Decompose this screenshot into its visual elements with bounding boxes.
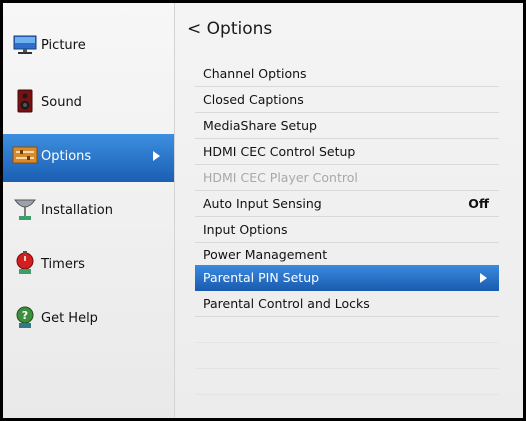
menu-item-label: Channel Options bbox=[203, 66, 307, 81]
sidebar-item-label: Timers bbox=[41, 257, 85, 272]
sliders-icon bbox=[12, 146, 38, 164]
menu-item-hdmi-cec-player-control: HDMI CEC Player Control bbox=[195, 165, 499, 191]
svg-text:?: ? bbox=[22, 309, 28, 322]
tv-menu-screen: Picture Sound Options Installation Timer… bbox=[3, 3, 523, 418]
sidebar-item-sound[interactable]: Sound bbox=[3, 80, 174, 128]
menu-item-label: MediaShare Setup bbox=[203, 118, 317, 133]
sidebar-item-label: Options bbox=[41, 149, 92, 164]
menu-item-auto-input-sensing[interactable]: Auto Input Sensing Off bbox=[195, 191, 499, 217]
menu-item-label: HDMI CEC Control Setup bbox=[203, 144, 356, 159]
menu-item-label: Input Options bbox=[203, 222, 288, 237]
menu-item-value: Off bbox=[468, 196, 489, 211]
empty-menu-row bbox=[195, 369, 499, 395]
menu-item-input-options[interactable]: Input Options bbox=[195, 217, 499, 243]
empty-menu-row bbox=[195, 317, 499, 343]
menu-item-label: Closed Captions bbox=[203, 92, 304, 107]
sidebar: Picture Sound Options Installation Timer… bbox=[3, 3, 175, 418]
sidebar-item-timers[interactable]: Timers bbox=[3, 242, 174, 290]
chevron-right-icon bbox=[480, 273, 487, 283]
options-panel: < Options Channel Options Closed Caption… bbox=[175, 3, 523, 418]
menu-item-mediashare-setup[interactable]: MediaShare Setup bbox=[195, 113, 499, 139]
menu-item-closed-captions[interactable]: Closed Captions bbox=[195, 87, 499, 113]
sidebar-item-get-help[interactable]: ? Get Help bbox=[3, 296, 174, 344]
chevron-right-icon bbox=[153, 151, 160, 161]
menu-item-parental-control-and-locks[interactable]: Parental Control and Locks bbox=[195, 291, 499, 317]
empty-menu-row bbox=[195, 343, 499, 369]
page-title[interactable]: < Options bbox=[187, 19, 272, 39]
menu-item-channel-options[interactable]: Channel Options bbox=[195, 61, 499, 87]
menu-item-label: Parental PIN Setup bbox=[203, 270, 320, 285]
menu-item-hdmi-cec-control-setup[interactable]: HDMI CEC Control Setup bbox=[195, 139, 499, 165]
sidebar-item-label: Get Help bbox=[41, 311, 98, 326]
sidebar-item-installation[interactable]: Installation bbox=[3, 188, 174, 236]
picture-icon bbox=[13, 35, 37, 54]
sidebar-item-label: Picture bbox=[41, 38, 86, 53]
sidebar-item-picture[interactable]: Picture bbox=[3, 23, 174, 71]
menu-item-label: Parental Control and Locks bbox=[203, 296, 370, 311]
menu-item-parental-pin-setup[interactable]: Parental PIN Setup bbox=[195, 265, 499, 291]
speaker-icon bbox=[17, 89, 33, 113]
sidebar-item-label: Sound bbox=[41, 95, 82, 110]
satellite-dish-icon bbox=[14, 199, 36, 220]
sidebar-item-label: Installation bbox=[41, 203, 114, 218]
timer-icon bbox=[16, 251, 34, 274]
menu-item-label: HDMI CEC Player Control bbox=[203, 170, 358, 185]
sidebar-item-options[interactable]: Options bbox=[3, 134, 174, 182]
help-icon: ? bbox=[16, 306, 34, 328]
menu-item-label: Auto Input Sensing bbox=[203, 196, 322, 211]
menu-item-label: Power Management bbox=[203, 247, 328, 262]
